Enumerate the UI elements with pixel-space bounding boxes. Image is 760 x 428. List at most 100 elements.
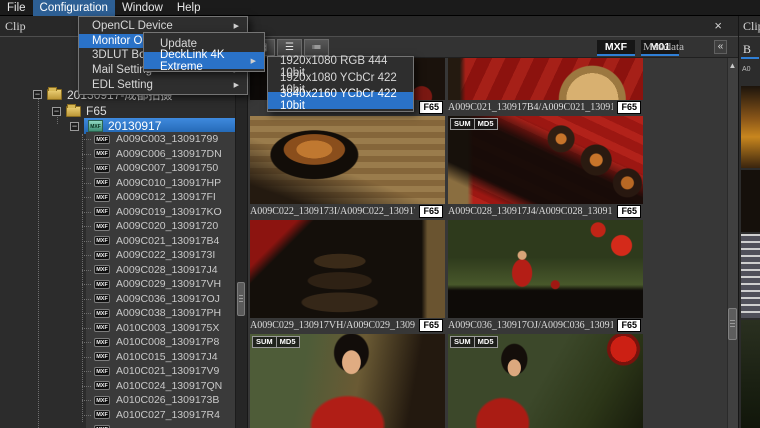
submenu-arrow-icon: ▶ [251,57,256,65]
clip-list-item[interactable]: MXFA009C010_130917HP [86,176,236,191]
mxf-file-icon: MXF [94,294,110,303]
clip-list-item[interactable]: MXFA010C015_130917J4 [86,350,236,365]
clip-name: A009C021_130917B4 [116,235,219,247]
clip-list-item[interactable]: MXFA009C012_130917FI [86,190,236,205]
clip-list-item[interactable]: MXF A009C038_130917PH [86,306,236,321]
clip-thumbnail-image[interactable] [448,58,643,100]
tree-scrollbar-thumb[interactable] [237,282,245,316]
collapse-metadata-icon[interactable]: « [714,40,727,54]
mxf-file-icon: MXF [94,135,110,144]
preview-strip-image[interactable] [741,320,760,428]
mxf-file-icon: MXF [94,338,110,347]
clip-thumbnail-cell[interactable]: SUMMD5 [448,334,643,428]
collapse-expander-icon[interactable]: − [52,107,61,116]
clip-thumbnail-cell[interactable]: SUMMD5 A009C028_130917J4/A009C028_130917… [448,116,643,218]
clip-list-item[interactable]: MXFA010C008_130917P8 [86,335,236,350]
mxf-file-icon: MXF [94,207,110,216]
clip-name: A009C003_13091799 [116,133,218,145]
list-view-button[interactable]: ☰ [277,39,302,56]
clip-name: A009C022_1309173I [116,249,215,261]
section-b-label[interactable]: B [743,42,751,57]
clip-list-item[interactable]: MXFA010C027_130917R4 [86,408,236,423]
clip-thumbnail-cell[interactable]: A009C021_130917B4/A009C021_130917… F65 [448,58,643,114]
clip-list-item[interactable]: MXFA009C022_1309173I [86,248,236,263]
mxf-file-icon: MXF [94,149,110,158]
clip-list-item[interactable]: MXF A009C006_130917DN [86,147,236,162]
menu-item-decklink-4k-extreme[interactable]: DeckLink 4K Extreme▶ [144,52,264,69]
tree-scrollbar-track[interactable] [235,38,247,428]
clip-list-item[interactable]: MXFA009C007_13091750 [86,161,236,176]
menu-item-label: OpenCL Device [92,20,173,32]
mxf-file-icon: MXF [94,352,110,361]
clip-list-item[interactable]: MXFA009C021_130917B4 [86,234,236,249]
clip-thumbnail-cell[interactable]: A009C036_130917OJ/A009C036_130917… F65 [448,220,643,332]
clip-thumbnail-image[interactable] [250,220,445,318]
sum-badge: SUM [451,337,474,347]
preview-strip-image[interactable] [741,86,760,168]
tab-clip-right[interactable]: Clip [739,16,760,37]
clip-list-item[interactable]: MXF A009C020_13091720 [86,219,236,234]
grid-scrollbar-track[interactable] [727,58,738,428]
f65-camera-badge: F65 [419,205,443,218]
mxf-file-icon: MXF [94,265,110,274]
mxf-file-icon: MXF [94,309,110,318]
menu-help[interactable]: Help [170,0,208,16]
mxf-file-icon: MXF [94,381,110,390]
menu-window[interactable]: Window [115,0,170,16]
clip-thumbnail-image[interactable] [250,116,445,204]
f65-camera-badge: F65 [419,101,443,114]
clip-thumbnail-cell[interactable]: A009C029_130917VH/A009C029_130917… F65 [250,220,445,332]
submenu-arrow-icon: ▶ [234,22,239,30]
tree-node-label: 20130917 [108,119,161,133]
preview-strip-image[interactable] [741,170,760,232]
scrollbar-grip-icon [730,320,735,328]
grid-panel-header: × [248,16,738,37]
sum-badge: SUM [451,119,474,129]
clip-list-item[interactable]: MXF [86,422,236,428]
tree-node-f65[interactable]: − F65 [52,103,107,119]
tab-clip[interactable]: Clip [0,19,34,34]
clip-list-item[interactable]: MXFA010C021_130917V9 [86,364,236,379]
format-mxf-button[interactable]: MXF [597,40,635,56]
menu-item-label: 3840x2160 YCbCr 422 10bit [280,88,405,112]
clip-thumbnail-image[interactable] [448,220,643,318]
clip-list-item[interactable]: MXFA009C036_130917OJ [86,292,236,307]
menu-file[interactable]: File [0,0,33,16]
clip-thumbnail-image[interactable]: SUMMD5 [448,334,643,428]
close-icon[interactable]: × [714,18,722,34]
clip-name: A010C003_1309175X [116,322,219,334]
right-clip-panel: Clip B A0 [738,16,760,428]
grid-scrollbar-thumb[interactable] [728,308,737,340]
preview-strip-image[interactable] [741,234,760,318]
clip-list-item[interactable]: MXFA010C024_130917QN [86,379,236,394]
clip-thumbnail-cell[interactable]: A009C022_1309173I/A009C022_1309173… F65 [250,116,445,218]
scroll-up-arrow-icon[interactable]: ▲ [728,60,737,72]
menu-item-edl-setting[interactable]: EDL Setting▶ [79,77,247,92]
menu-configuration[interactable]: Configuration [33,0,115,16]
clip-list-item[interactable]: MXFA009C028_130917J4 [86,263,236,278]
clip-list-item[interactable]: MXFA009C019_130917KO [86,205,236,220]
mxf-file-icon: MXF [94,396,110,405]
sum-badge: SUM [253,337,276,347]
clip-list-item[interactable]: MXFA009C029_130917VH [86,277,236,292]
clip-list-item[interactable]: MXFA010C003_1309175X [86,321,236,336]
detail-view-button[interactable]: ≔ [304,39,329,56]
clip-list-item[interactable]: MXF A009C003_13091799 [86,132,236,147]
clip-name: A009C038_130917PH [116,307,221,319]
clip-label-row: A009C028_130917J4/A009C028_130917J… F65 [448,204,643,218]
submenu-arrow-icon: ▶ [234,81,239,89]
clip-name: A010C026_1309173B [116,394,219,406]
md5-badge: MD5 [474,119,497,129]
clip-name: A009C006_130917DN [116,148,222,160]
clip-thumbnail-image[interactable]: SUMMD5 [448,116,643,204]
collapse-expander-icon[interactable]: − [70,122,79,131]
clip-list-item[interactable]: MXF A010C026_1309173B [86,393,236,408]
menu-item-2160-ycbcr422[interactable]: 3840x2160 YCbCr 422 10bit [268,92,413,109]
clip-thumbnail-cell[interactable]: SUMMD5 [250,334,445,428]
mxf-file-icon: MXF [94,222,110,231]
clip-thumbnail-image[interactable]: SUMMD5 [250,334,445,428]
monitor-out-submenu: Update DeckLink 4K Extreme▶ [143,32,265,72]
clip-name: A009C007_13091750 [116,162,218,174]
clip-name: A009C020_13091720 [116,220,218,232]
collapse-expander-icon[interactable]: − [33,90,42,99]
